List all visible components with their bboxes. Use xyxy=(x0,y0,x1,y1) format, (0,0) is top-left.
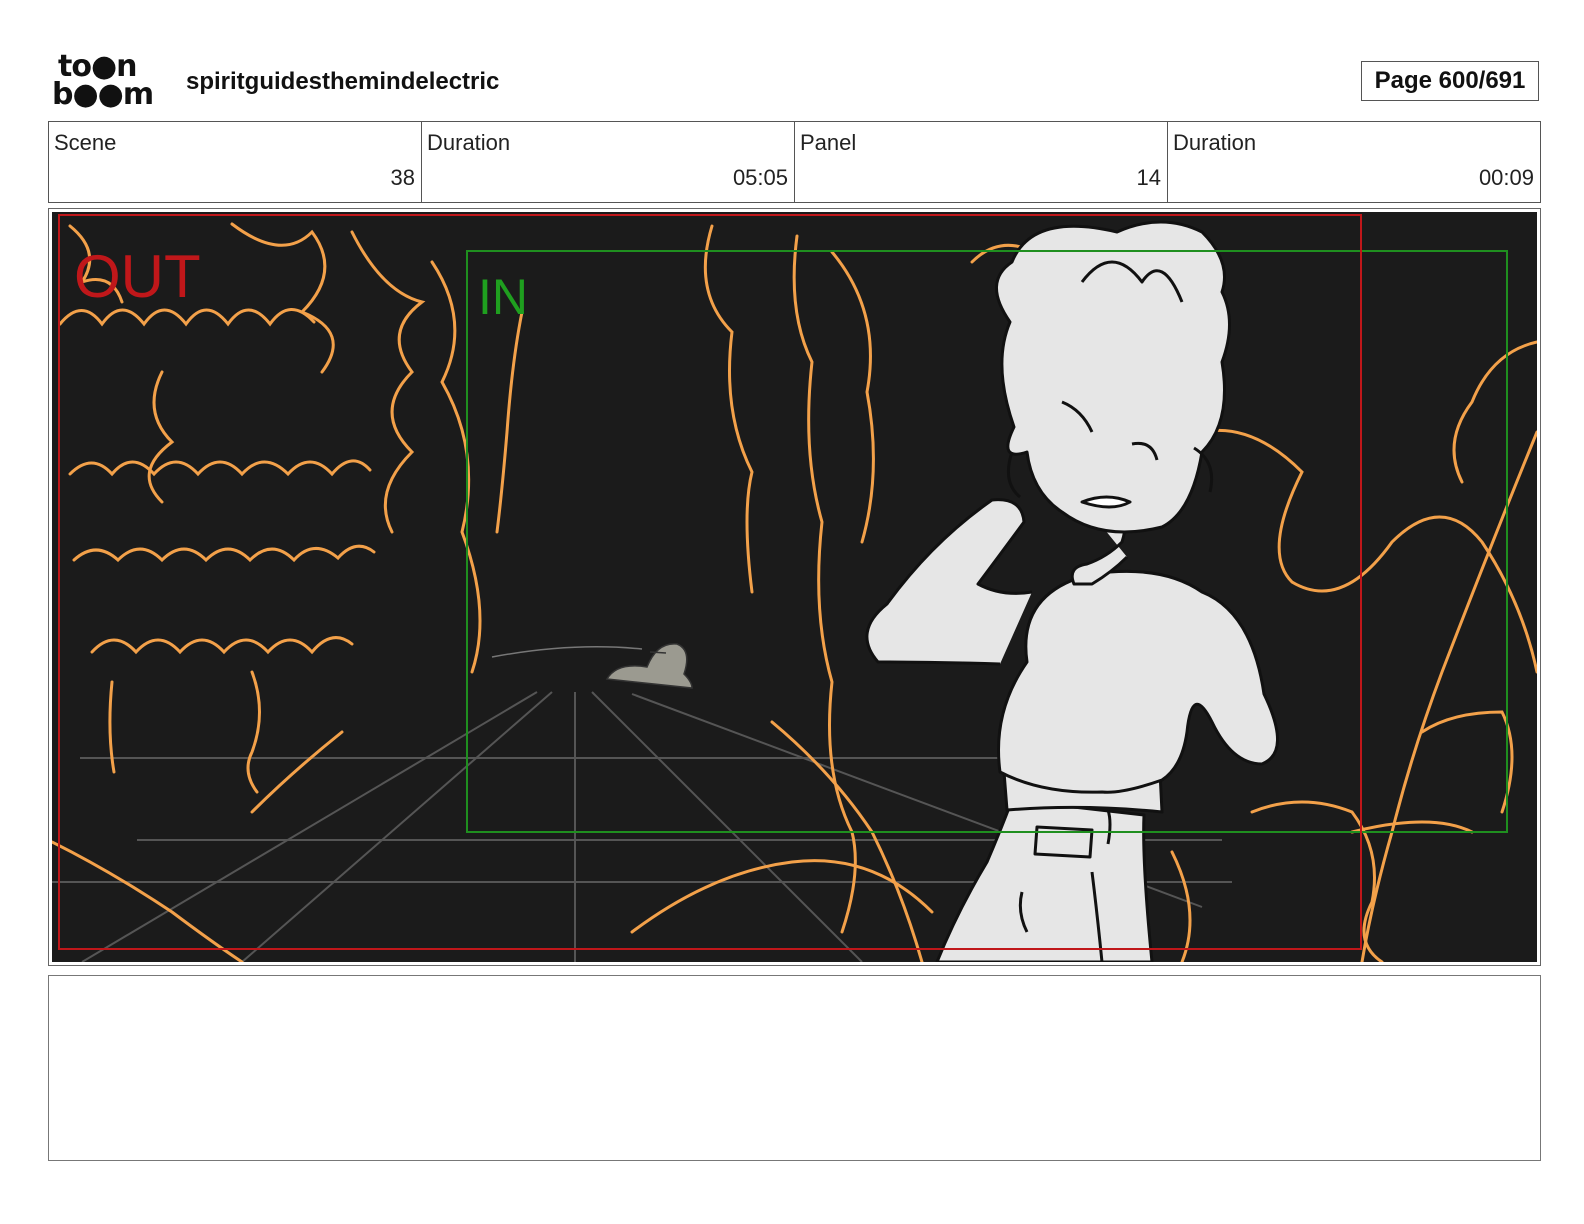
panel-label: Panel xyxy=(800,130,857,155)
panel-duration-label: Duration xyxy=(1173,130,1257,155)
scene-value: 38 xyxy=(390,165,415,190)
frame-background xyxy=(52,212,1537,962)
panel-duration-cell: Duration 00:09 xyxy=(1168,122,1540,202)
storyboard-drawing: OUT IN xyxy=(52,212,1537,962)
out-label: OUT xyxy=(74,243,201,310)
project-title: spiritguidesthemindelectric xyxy=(186,68,500,95)
storyboard-frame: OUT IN xyxy=(48,208,1541,966)
panel-value: 14 xyxy=(1136,165,1161,190)
toonboom-logo: to●n b●●m xyxy=(52,52,164,112)
scene-duration-cell: Duration 05:05 xyxy=(422,122,795,202)
panel-duration-value: 00:09 xyxy=(1478,165,1534,190)
page-indicator: Page 600/691 xyxy=(1361,61,1539,101)
scene-duration-label: Duration xyxy=(427,130,511,155)
panel-info-row: Scene 38 Duration 05:05 Panel 14 Duratio… xyxy=(48,121,1541,203)
scene-duration-value: 05:05 xyxy=(732,165,788,190)
scene-label: Scene xyxy=(54,130,117,155)
scene-cell: Scene 38 xyxy=(49,122,422,202)
logo-line-2: b●●m xyxy=(52,77,154,112)
panel-cell: Panel 14 xyxy=(795,122,1168,202)
in-label: IN xyxy=(478,269,528,325)
panel-notes-box xyxy=(48,975,1541,1161)
